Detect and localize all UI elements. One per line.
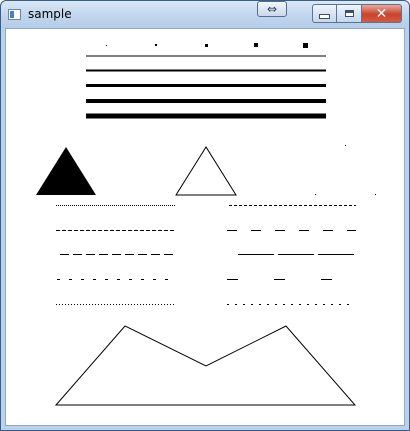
- maximize-icon: [344, 10, 354, 17]
- window-title: sample: [28, 7, 72, 21]
- minimize-button[interactable]: [312, 4, 337, 23]
- dot-sample-3: [205, 44, 208, 47]
- minimize-icon: [319, 14, 330, 19]
- close-icon: ✕: [375, 5, 388, 22]
- stray-pixel: [315, 194, 316, 195]
- dot-sample-5: [303, 43, 308, 48]
- stray-pixel: [375, 194, 376, 195]
- app-window: sample ⇔ ✕: [0, 0, 410, 431]
- dot-sample-1: [106, 45, 107, 46]
- line-width-samples: [86, 55, 326, 119]
- dash-styles-right: [227, 205, 356, 305]
- outlined-triangle: [175, 146, 237, 196]
- stray-pixel: [345, 145, 346, 146]
- resize-glyph: ⇔: [266, 2, 278, 16]
- filled-triangle: [36, 147, 96, 195]
- app-window-icon[interactable]: [8, 9, 21, 20]
- drawing-canvas-area: [5, 28, 405, 426]
- title-bar[interactable]: sample ⇔ ✕: [1, 1, 409, 28]
- close-button[interactable]: ✕: [362, 4, 402, 23]
- dot-sample-4: [254, 43, 258, 47]
- dot-sample-2: [155, 44, 157, 46]
- drawing-canvas: [36, 43, 376, 406]
- m-shape-polygon: [54, 325, 357, 406]
- resize-arrows-icon[interactable]: ⇔: [257, 1, 287, 17]
- dash-styles-left: [56, 205, 176, 305]
- dot-size-samples: [106, 43, 308, 48]
- maximize-button[interactable]: [337, 4, 362, 23]
